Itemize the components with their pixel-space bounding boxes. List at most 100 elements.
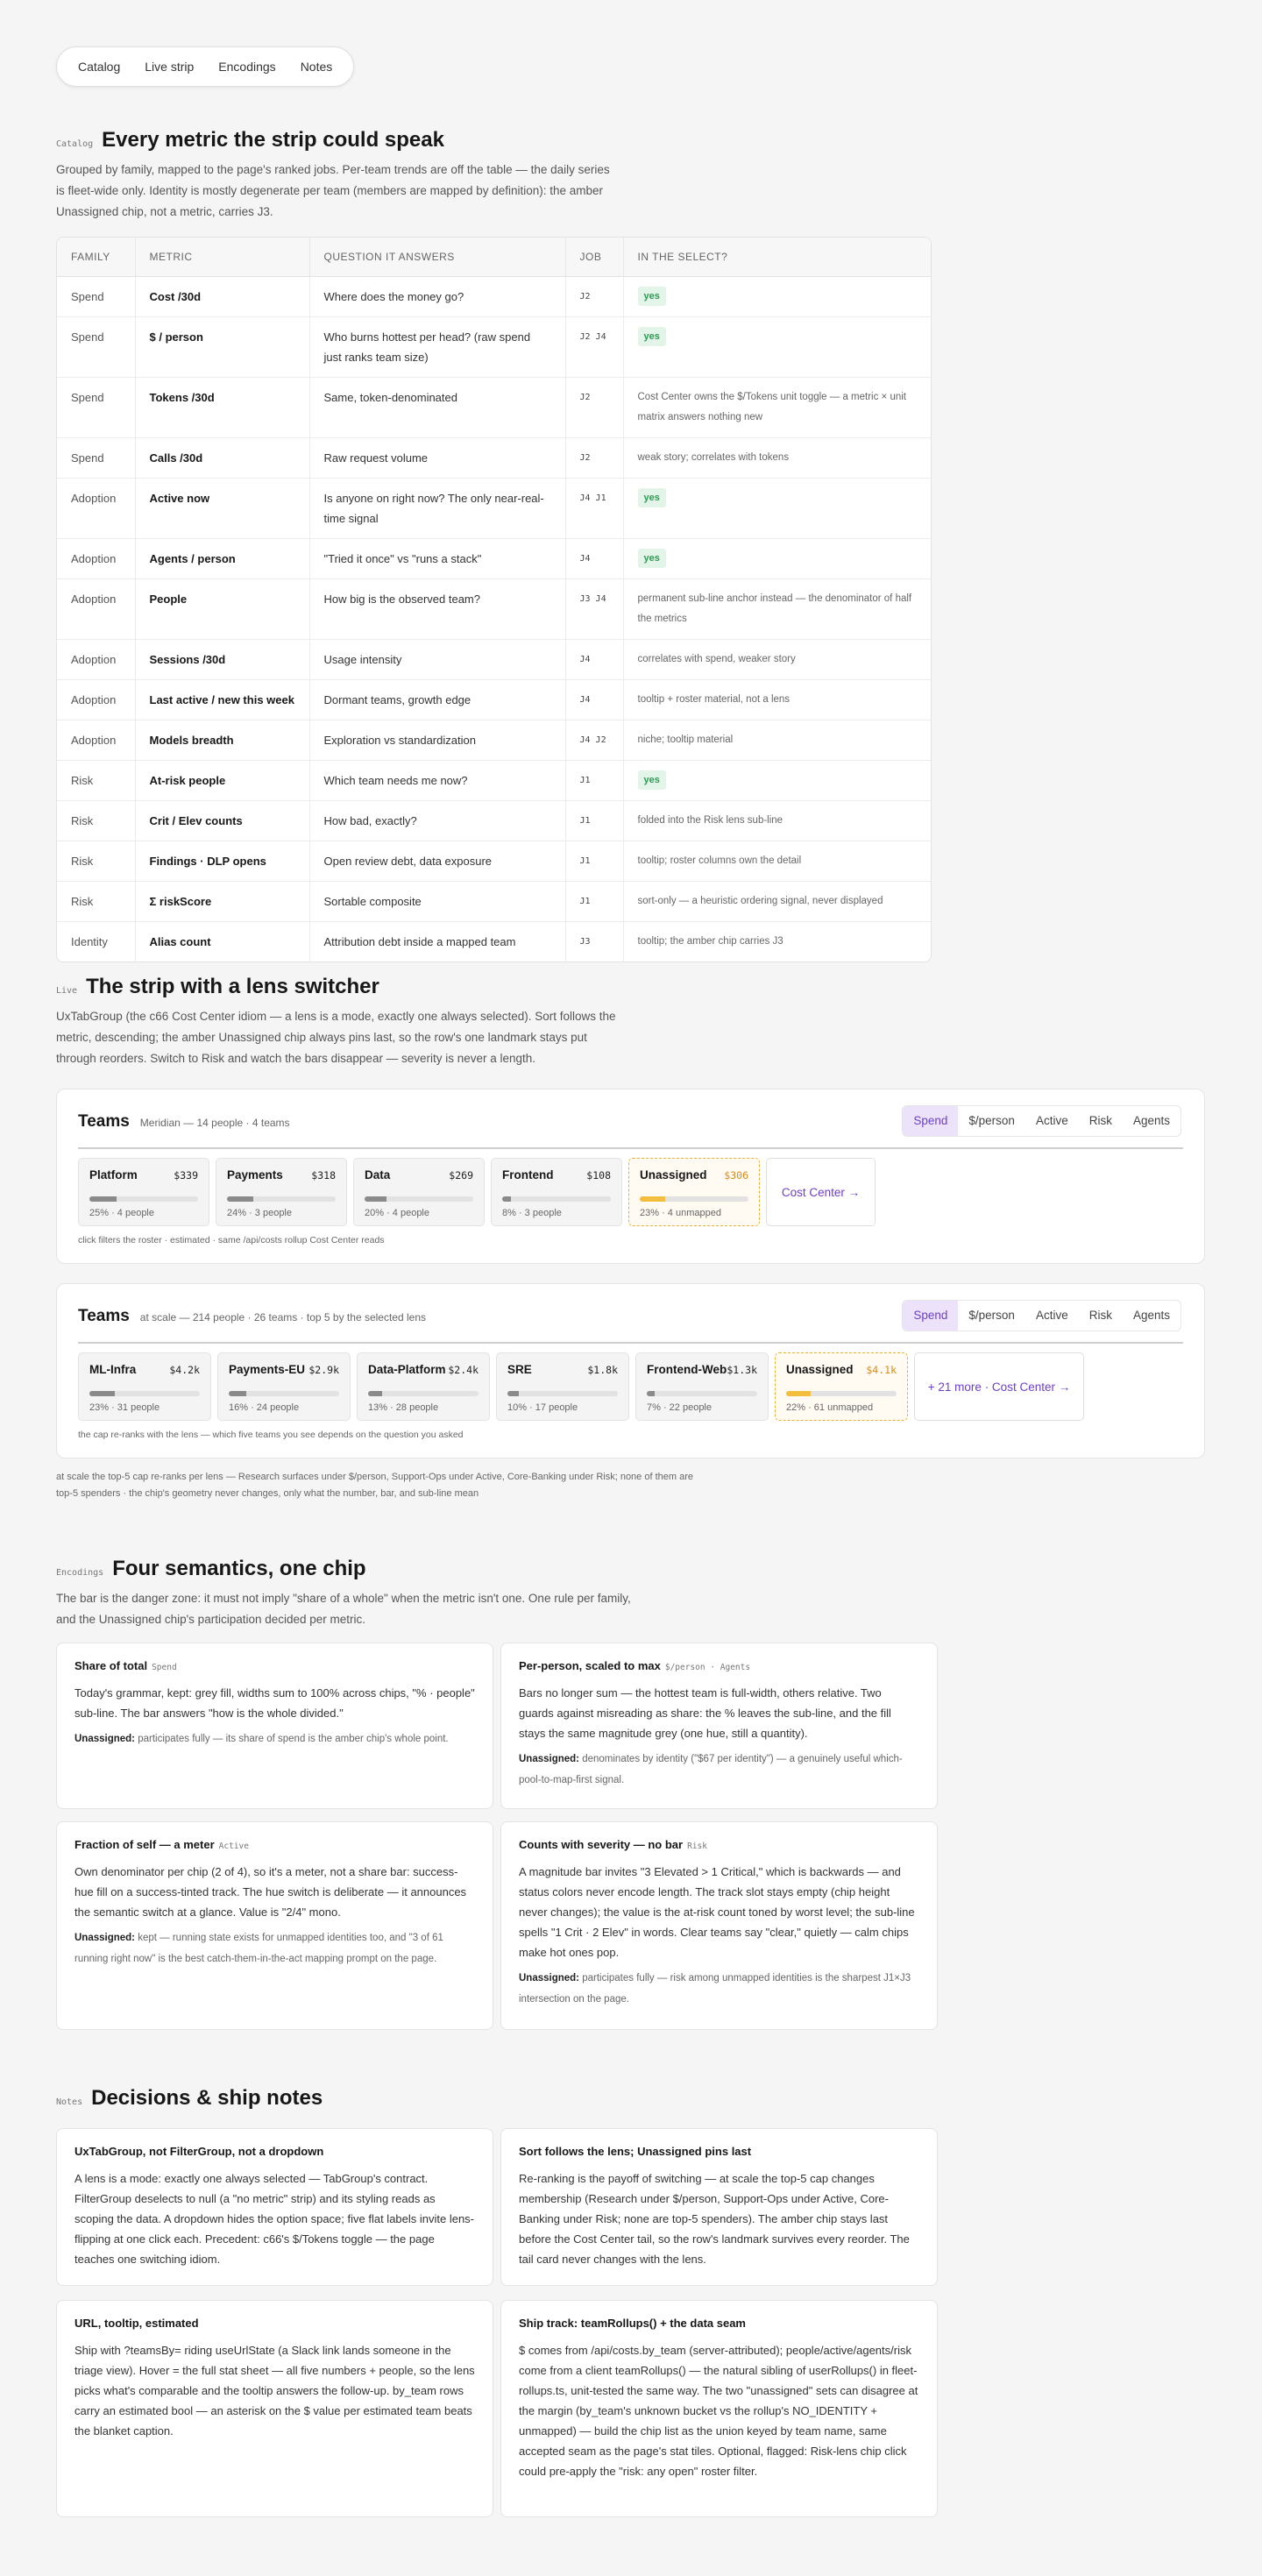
card-title-text: Share of total — [74, 1659, 148, 1672]
team-chip[interactable]: Data-Platform $2.4k 13% · 28 people — [357, 1352, 490, 1421]
cell-family: Risk — [57, 881, 136, 922]
team-chip[interactable]: Frontend-Web $1.3k 7% · 22 people — [635, 1352, 769, 1421]
chip-value: $2.9k — [308, 1364, 339, 1376]
card-unassigned-note: Unassigned: participates fully — its sha… — [74, 1728, 475, 1749]
cell-family: Risk — [57, 760, 136, 801]
strip-footnote: click filters the roster · estimated · s… — [78, 1235, 385, 1245]
chip-bar-fill — [89, 1196, 117, 1202]
top-nav: Catalog Live strip Encodings Notes — [56, 46, 355, 87]
card-title: Ship track: teamRollups() + the data sea… — [519, 2317, 746, 2330]
nav-encodings[interactable]: Encodings — [206, 60, 287, 74]
unassigned-label: Unassigned: — [74, 1734, 136, 1744]
unassigned-chip[interactable]: Unassigned $4.1k 22% · 61 unmapped — [775, 1352, 908, 1421]
live-eyebrow: Live — [56, 986, 78, 996]
card-title-text: Fraction of self — a meter — [74, 1838, 215, 1851]
card-title: Share of total Spend — [74, 1659, 475, 1672]
cell-family: Adoption — [57, 639, 136, 680]
team-chip[interactable]: SRE $1.8k 10% · 17 people — [496, 1352, 629, 1421]
encodings-title: Four semantics, one chip — [112, 1557, 366, 1580]
nav-catalog[interactable]: Catalog — [66, 60, 132, 74]
cell-job: J2 — [565, 437, 624, 479]
chip-value: $4.2k — [169, 1364, 200, 1376]
team-chip[interactable]: ML-Infra $4.2k 23% · 31 people — [78, 1352, 211, 1421]
cell-family: Adoption — [57, 538, 136, 579]
lens-tab-person[interactable]: $/person — [958, 1106, 1025, 1136]
card-title: URL, tooltip, estimated — [74, 2317, 199, 2330]
chip-bar-fill — [647, 1391, 655, 1396]
chip-bar-track — [365, 1196, 473, 1202]
lens-tab-agents[interactable]: Agents — [1123, 1301, 1180, 1331]
lens-tab-person[interactable]: $/person — [958, 1301, 1025, 1331]
cell-metric: At-risk people — [135, 760, 310, 801]
table-row: Adoption Models breadth Exploration vs sta… — [57, 720, 931, 761]
chip-value: $339 — [174, 1169, 198, 1182]
lens-tab-spend[interactable]: Spend — [903, 1106, 959, 1136]
cell-question: "Tried it once" vs "runs a stack" — [309, 538, 566, 579]
chip-subline: 8% · 3 people — [502, 1208, 562, 1218]
lens-switcher: Spend $/person Active Risk Agents — [902, 1300, 1181, 1331]
lens-tab-risk[interactable]: Risk — [1079, 1106, 1123, 1136]
team-chip[interactable]: Data $269 20% · 4 people — [353, 1158, 485, 1226]
chip-bar-track — [502, 1196, 611, 1202]
team-chip[interactable]: Payments $318 24% · 3 people — [216, 1158, 347, 1226]
cell-family: Spend — [57, 377, 136, 438]
cell-select: niche; tooltip material — [623, 720, 931, 761]
table-row: Adoption Last active / new this week Dorma… — [57, 679, 931, 720]
cell-job: J1 — [565, 760, 624, 801]
cell-select: yes — [623, 276, 931, 317]
team-chip[interactable]: Frontend $108 8% · 3 people — [491, 1158, 622, 1226]
team-chip[interactable]: Platform $339 25% · 4 people — [78, 1158, 209, 1226]
unassigned-chip[interactable]: Unassigned $306 23% · 4 unmapped — [628, 1158, 760, 1226]
cost-center-link[interactable]: Cost Center → — [766, 1158, 876, 1226]
col-header-select: In the select? — [623, 238, 931, 277]
notes-section: Notes Decisions & ship notes — [56, 2086, 932, 2111]
chip-value: $4.1k — [866, 1364, 897, 1376]
cell-job: J2 J4 — [565, 316, 624, 378]
live-description: UxTabGroup (the c66 Cost Center idiom — … — [56, 1010, 616, 1065]
chip-row: Platform $339 25% · 4 people Payments $318 24… — [78, 1158, 876, 1226]
table-row: Spend $ / person Who burns hottest per hea… — [57, 316, 931, 378]
strip-divider — [78, 1342, 1183, 1344]
card-title: UxTabGroup, not FilterGroup, not a dropd… — [74, 2145, 324, 2158]
card-tag: $/person · Agents — [664, 1663, 751, 1672]
cell-question: Is anyone on right now? The only near-re… — [309, 478, 566, 539]
card-body: $ comes from /api/costs.by_team (server-… — [519, 2344, 918, 2478]
cell-question: Where does the money go? — [309, 276, 566, 317]
cell-select: yes — [623, 760, 931, 801]
catalog-section: Catalog Every metric the strip could spe… — [56, 128, 932, 223]
unassigned-label: Unassigned: — [519, 1973, 580, 1983]
card-body: A magnitude bar invites "3 Elevated > 1 … — [519, 1865, 915, 1959]
cell-family: Identity — [57, 921, 136, 962]
strip-subtitle: Meridian — 14 people · 4 teams — [139, 1117, 290, 1129]
cost-center-link[interactable]: + 21 more · Cost Center → — [914, 1352, 1084, 1421]
cell-metric: Last active / new this week — [135, 679, 310, 720]
cell-metric: Models breadth — [135, 720, 310, 761]
encoding-card: Counts with severity — no bar Risk A magni… — [500, 1821, 938, 2030]
cell-family: Risk — [57, 841, 136, 882]
card-body: Own denominator per chip (2 of 4), so it… — [74, 1865, 467, 1919]
cell-metric: Findings · DLP opens — [135, 841, 310, 882]
cell-family: Risk — [57, 800, 136, 841]
cell-job: J1 — [565, 881, 624, 922]
table-row: Adoption People How big is the observed te… — [57, 578, 931, 640]
cell-job: J1 — [565, 800, 624, 841]
cell-metric: People — [135, 578, 310, 640]
nav-notes[interactable]: Notes — [288, 60, 345, 74]
chip-bar-fill — [502, 1196, 511, 1202]
lens-tab-active[interactable]: Active — [1025, 1301, 1079, 1331]
strip-footnote: the cap re-ranks with the lens — which f… — [78, 1430, 464, 1440]
catalog-description: Grouped by family, mapped to the page's … — [56, 163, 610, 218]
metric-catalog-table: Family Metric Question it answers Job In… — [56, 237, 932, 962]
lens-tab-spend[interactable]: Spend — [903, 1301, 959, 1331]
cell-family: Adoption — [57, 578, 136, 640]
nav-live-strip[interactable]: Live strip — [132, 60, 206, 74]
team-chip[interactable]: Payments-EU $2.9k 16% · 24 people — [217, 1352, 351, 1421]
note-card: Sort follows the lens; Unassigned pins l… — [500, 2128, 938, 2286]
lens-tab-risk[interactable]: Risk — [1079, 1301, 1123, 1331]
lens-tab-active[interactable]: Active — [1025, 1106, 1079, 1136]
yes-badge: yes — [637, 487, 666, 507]
cell-metric: $ / person — [135, 316, 310, 378]
lens-tab-agents[interactable]: Agents — [1123, 1106, 1180, 1136]
live-title: The strip with a lens switcher — [86, 975, 379, 998]
cell-question: How bad, exactly? — [309, 800, 566, 841]
